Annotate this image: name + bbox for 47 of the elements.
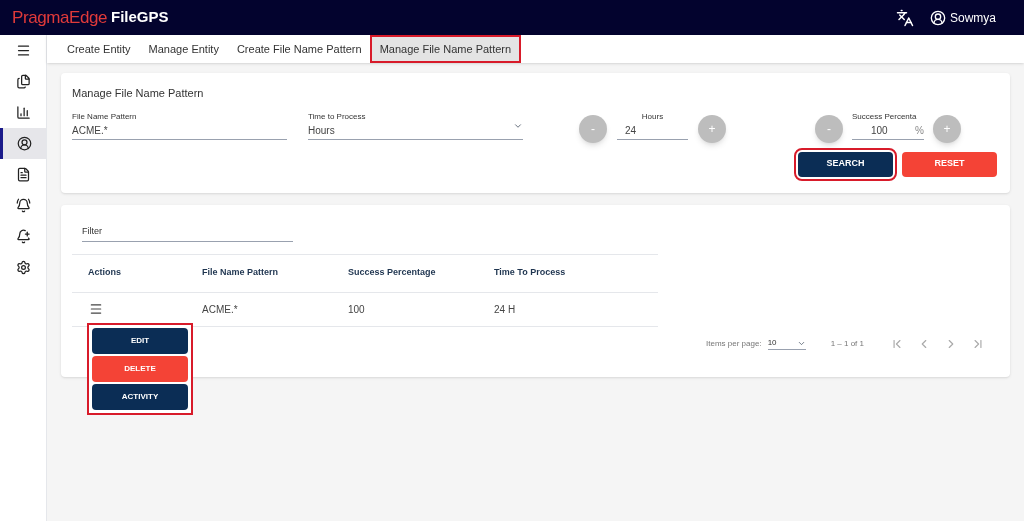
translate-icon[interactable] <box>896 8 914 27</box>
filter-field[interactable]: Filter <box>82 225 293 242</box>
field-label: File Name Pattern <box>72 110 138 123</box>
card-title: Manage File Name Pattern <box>72 86 205 101</box>
row-menu-icon[interactable] <box>89 302 103 316</box>
field-value: 100 <box>870 123 888 138</box>
column-header: File Name Pattern <box>202 266 280 280</box>
column-header: Success Percentage <box>348 266 437 280</box>
success-field[interactable]: Success Percenta 100 % <box>852 110 924 140</box>
table-cell-text: 100 <box>348 302 366 317</box>
user-name[interactable]: Sowmya <box>950 9 996 26</box>
column-header: Actions <box>87 266 122 280</box>
field-value: Hours <box>308 123 335 138</box>
field-value: ACME.* <box>72 123 109 138</box>
bell-icon <box>15 198 31 213</box>
user-icon[interactable] <box>930 9 946 26</box>
account-icon <box>17 136 32 151</box>
tab[interactable]: Create File Name Pattern <box>228 37 370 61</box>
field-value: 24 <box>624 123 638 138</box>
field-label: Success Percenta <box>852 110 918 123</box>
tab[interactable]: Manage File Name Pattern <box>371 37 520 61</box>
settings-icon <box>15 260 31 275</box>
field-label: Hours <box>640 110 665 123</box>
brand-logo: PragmaEdge <box>12 6 107 29</box>
tab[interactable]: Create Entity <box>59 37 139 61</box>
menu-item[interactable]: ACTIVITY <box>92 384 188 410</box>
tab[interactable]: Manage Entity <box>140 37 227 61</box>
document-icon <box>15 167 31 182</box>
sidebar-item[interactable] <box>0 128 46 159</box>
pattern-field[interactable]: File Name Pattern ACME.* <box>72 110 287 140</box>
time-select[interactable]: Time to Process Hours <box>308 110 523 140</box>
table-cell-text: ACME.* <box>202 302 239 317</box>
bar-chart-icon <box>15 105 31 120</box>
field-label: Time to Process <box>308 110 367 123</box>
column-header: Time To Process <box>494 266 567 280</box>
hours-field[interactable]: Hours 24 <box>617 110 688 140</box>
unit-label: % <box>915 123 924 138</box>
page-size-select[interactable]: 10 <box>767 337 806 350</box>
page-range: 1 – 1 of 1 <box>830 337 864 350</box>
items-per-page-label: Items per page: <box>706 337 762 350</box>
product-name: FileGPS <box>111 7 169 28</box>
menu-item[interactable]: EDIT <box>92 328 188 354</box>
files-icon <box>15 74 31 89</box>
action-button[interactable]: RESET <box>902 151 997 177</box>
menu-icon <box>15 43 31 58</box>
bell-plus-icon <box>15 229 31 244</box>
table-cell-text: 24 H <box>494 302 517 317</box>
